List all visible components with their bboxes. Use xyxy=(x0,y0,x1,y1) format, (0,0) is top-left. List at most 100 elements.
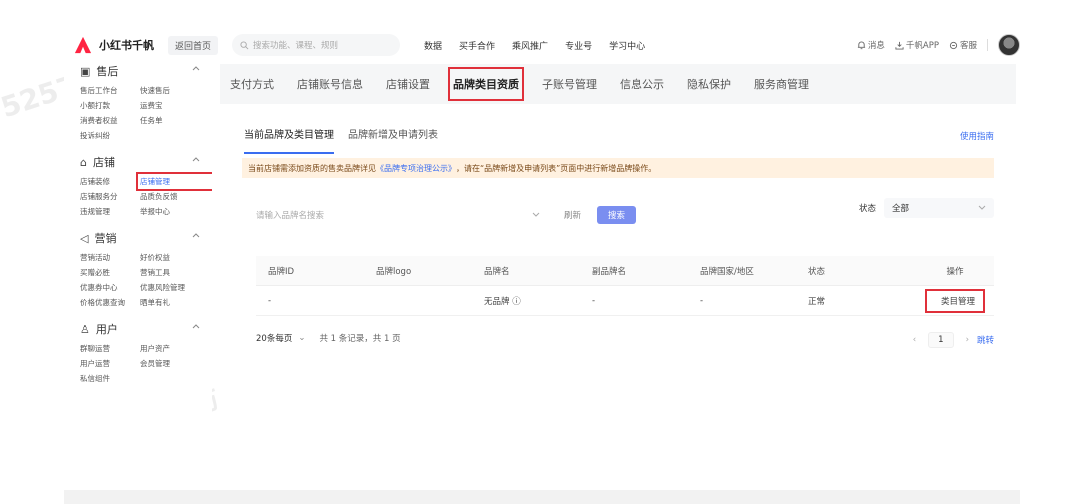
status-select[interactable]: 全部 xyxy=(884,198,994,218)
table-header: 品牌ID 品牌logo 品牌名 副品牌名 品牌国家/地区 状态 操作 xyxy=(256,256,994,286)
sidebar-item[interactable]: 价格优惠查询 xyxy=(80,297,140,308)
sidebar-section-after-sales: ▣ 售后 售后工作台 快速售后 小额打款 运费宝 消费者权益 任务单 投诉纠纷 xyxy=(64,64,212,151)
sidebar-item[interactable]: 品质负反馈 xyxy=(140,191,210,202)
sidebar-section-header[interactable]: ⌂ 店铺 xyxy=(80,151,212,173)
chevron-right-icon[interactable]: › xyxy=(966,335,969,345)
messages-label: 消息 xyxy=(867,41,885,51)
sidebar-item[interactable]: 售后工作台 xyxy=(80,85,140,96)
sidebar-item[interactable]: 快速售后 xyxy=(140,85,210,96)
sidebar-item[interactable]: 任务单 xyxy=(140,115,210,126)
tab-sub-accounts[interactable]: 子账号管理 xyxy=(542,72,597,96)
app-download-button[interactable]: 千帆APP xyxy=(895,39,939,51)
brand-search-input[interactable]: 请输入品牌名搜索 xyxy=(256,205,544,225)
logo-icon[interactable] xyxy=(74,36,92,54)
sidebar-item[interactable]: 买赠必胜 xyxy=(80,267,140,278)
marketing-icon: ◁ xyxy=(80,231,89,245)
filter-bar: 请输入品牌名搜索 刷新 搜索 状态 全部 xyxy=(220,178,1016,232)
app-name[interactable]: 小红书千帆 xyxy=(99,37,154,53)
guide-link[interactable]: 使用指南 xyxy=(960,130,994,142)
table-row: - 无品牌 ⓘ - - 正常 类目管理 xyxy=(256,286,994,316)
sidebar-item[interactable]: 违规管理 xyxy=(80,206,140,217)
cell-status: 正常 xyxy=(808,296,826,307)
notice-link[interactable]: 《品牌专项治理公示》 xyxy=(376,163,456,174)
jump-button[interactable]: 跳转 xyxy=(977,334,994,346)
chevron-left-icon[interactable]: ‹ xyxy=(913,335,916,345)
tab-service-providers[interactable]: 服务商管理 xyxy=(754,72,809,96)
notice-banner: 当前店铺需添加资质的售卖品牌详见 《品牌专项治理公示》 ，请在“品牌新增及申请列… xyxy=(242,158,994,178)
top-nav: 数据 买手合作 乘风推广 专业号 学习中心 xyxy=(424,39,662,52)
cell-sub-brand-name: - xyxy=(592,295,596,306)
cell-action: 类目管理 xyxy=(904,288,994,313)
service-label: 客服 xyxy=(959,41,977,51)
settings-tabs: 支付方式 店铺账号信息 店铺设置 品牌类目资质 子账号管理 信息公示 隐私保护 … xyxy=(220,64,1016,104)
avatar[interactable] xyxy=(998,34,1020,56)
download-icon xyxy=(895,41,904,50)
cell-brand-name: 无品牌 ⓘ xyxy=(484,296,521,307)
nav-item-learning-center[interactable]: 学习中心 xyxy=(609,39,645,52)
sidebar-item-store-management[interactable]: 店铺管理 xyxy=(136,172,212,191)
nav-item-professional-account[interactable]: 专业号 xyxy=(565,39,592,52)
subtab-current-brands[interactable]: 当前品牌及类目管理 xyxy=(244,126,334,154)
refresh-button[interactable]: 刷新 xyxy=(564,209,581,221)
app-download-label: 千帆APP xyxy=(905,41,939,51)
column-header: 品牌名 xyxy=(484,266,510,277)
user-icon: ♙ xyxy=(80,322,90,336)
sidebar-item[interactable]: 晒单有礼 xyxy=(140,297,210,308)
sidebar-item[interactable]: 用户资产 xyxy=(140,343,210,354)
sidebar-section-header[interactable]: ♙ 用户 xyxy=(80,318,212,340)
search-button[interactable]: 搜索 xyxy=(597,206,637,224)
sidebar-item[interactable]: 举报中心 xyxy=(140,206,210,217)
sidebar-item[interactable]: 群聊运营 xyxy=(80,343,140,354)
sidebar-item[interactable]: 优惠券中心 xyxy=(80,282,140,293)
chevron-up-icon[interactable] xyxy=(192,232,200,238)
search-input[interactable]: 搜索功能、课程、规则 xyxy=(232,34,401,56)
tab-info-disclosure[interactable]: 信息公示 xyxy=(620,72,664,96)
column-header: 操作 xyxy=(946,266,964,277)
sidebar-item[interactable]: 消费者权益 xyxy=(80,115,140,126)
page-size-select[interactable]: 20条每页 ⌄ xyxy=(256,332,305,344)
sidebar-item[interactable]: 优惠风险管理 xyxy=(140,282,210,293)
messages-button[interactable]: 消息 xyxy=(857,39,885,51)
back-home-button[interactable]: 返回首页 xyxy=(168,35,219,55)
sidebar-item[interactable]: 用户运营 xyxy=(80,358,140,369)
tab-store-account-info[interactable]: 店铺账号信息 xyxy=(297,72,363,96)
sidebar-item[interactable]: 店铺服务分 xyxy=(80,191,140,202)
sidebar-item[interactable]: 运费宝 xyxy=(140,100,210,111)
pagination: 20条每页 ⌄ 共 1 条记录，共 1 页 ‹ 1 › 跳转 xyxy=(220,316,1016,348)
notice-text: 当前店铺需添加资质的售卖品牌详见 xyxy=(248,163,376,173)
service-button[interactable]: 客服 xyxy=(949,39,977,51)
sidebar-item[interactable]: 私信组件 xyxy=(80,373,140,384)
sidebar: ▣ 售后 售后工作台 快速售后 小额打款 运费宝 消费者权益 任务单 投诉纠纷 … xyxy=(64,64,212,450)
column-header: 品牌ID xyxy=(268,266,295,277)
nav-item-buyer-cooperation[interactable]: 买手合作 xyxy=(459,39,495,52)
tab-store-settings[interactable]: 店铺设置 xyxy=(386,72,430,96)
sidebar-section-title: 售后 xyxy=(96,65,119,78)
sidebar-item[interactable]: 投诉纠纷 xyxy=(80,130,140,141)
sidebar-section-store: ⌂ 店铺 店铺装修 店铺管理 店铺服务分 品质负反馈 违规管理 举报中心 xyxy=(64,151,212,227)
sidebar-item[interactable]: 店铺装修 xyxy=(80,176,140,187)
category-management-button[interactable]: 类目管理 xyxy=(924,288,986,313)
sidebar-item[interactable]: 营销活动 xyxy=(80,252,140,263)
subtab-brand-applications[interactable]: 品牌新增及申请列表 xyxy=(348,126,438,154)
nav-item-data[interactable]: 数据 xyxy=(424,39,442,52)
tab-brand-category-qualification[interactable]: 品牌类目资质 xyxy=(448,67,524,101)
tab-payment-methods[interactable]: 支付方式 xyxy=(230,72,274,96)
sidebar-item[interactable]: 小额打款 xyxy=(80,100,140,111)
sidebar-section-users: ♙ 用户 群聊运营 用户资产 用户运营 会员管理 私信组件 xyxy=(64,318,212,394)
nav-item-promotion[interactable]: 乘风推广 xyxy=(512,39,548,52)
sidebar-item[interactable]: 会员管理 xyxy=(140,358,210,369)
cell-brand-id: - xyxy=(268,295,272,306)
chevron-up-icon[interactable] xyxy=(192,65,200,71)
sidebar-section-header[interactable]: ▣ 售后 xyxy=(80,64,212,82)
page-number-input[interactable]: 1 xyxy=(928,332,954,348)
bottom-bar xyxy=(64,490,1020,504)
tab-privacy[interactable]: 隐私保护 xyxy=(687,72,731,96)
brand-search-placeholder: 请输入品牌名搜索 xyxy=(256,211,325,221)
chevron-up-icon[interactable] xyxy=(192,156,200,162)
column-header: 副品牌名 xyxy=(592,266,627,277)
notice-text: ，请在“品牌新增及申请列表”页面中进行新增品牌操作。 xyxy=(456,163,657,173)
chevron-up-icon[interactable] xyxy=(192,323,200,329)
sidebar-item[interactable]: 营销工具 xyxy=(140,267,210,278)
sidebar-section-header[interactable]: ◁ 营销 xyxy=(80,227,212,249)
sidebar-item[interactable]: 好价权益 xyxy=(140,252,210,263)
